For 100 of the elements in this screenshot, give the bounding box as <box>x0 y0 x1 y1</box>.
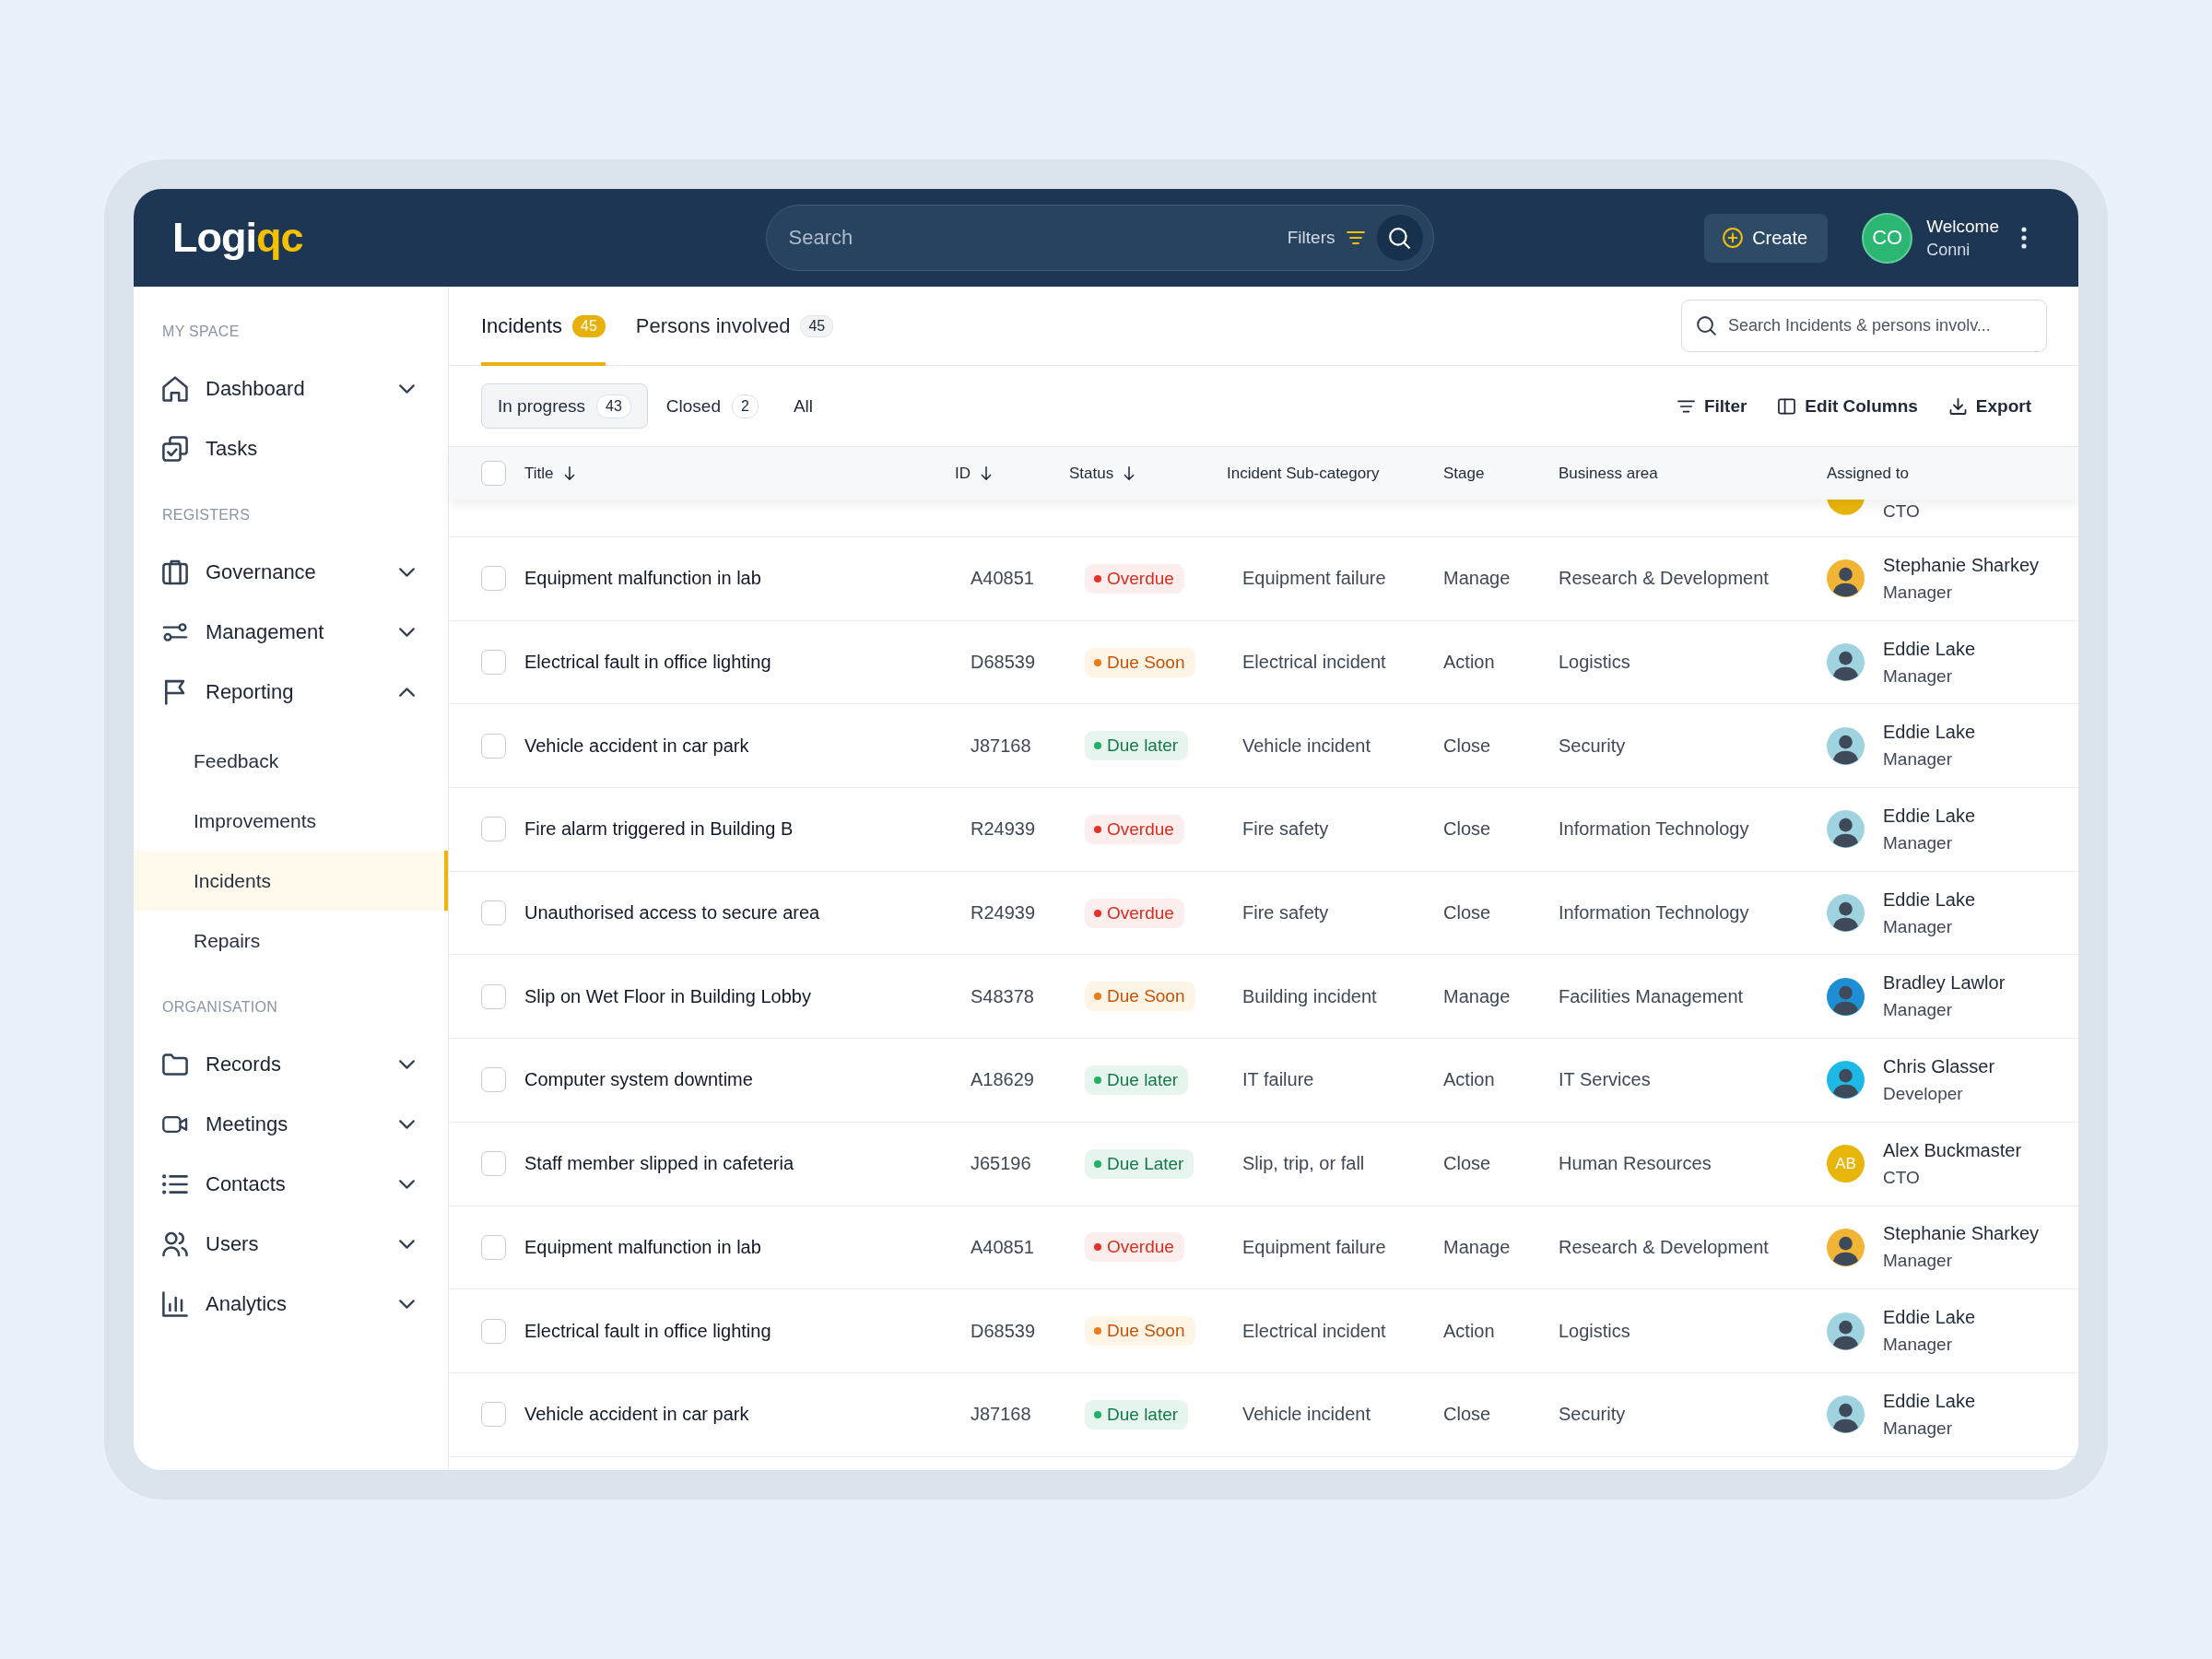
row-checkbox[interactable] <box>481 1234 506 1260</box>
status-dot-icon <box>1094 658 1101 666</box>
column-header[interactable]: Stage <box>1443 464 1485 483</box>
status-label: Due later <box>1107 1404 1179 1425</box>
column-header[interactable]: Title <box>524 464 575 483</box>
column-header[interactable]: Assigned to <box>1827 464 1909 483</box>
nav-sub-item[interactable]: Feedback <box>134 731 448 791</box>
more-options-icon[interactable] <box>2021 227 2027 249</box>
search-bar[interactable]: Search Filters <box>765 205 1434 271</box>
search-button[interactable] <box>1376 215 1423 261</box>
column-header[interactable]: Status <box>1069 464 1135 483</box>
incident-title: Equipment malfunction in lab <box>524 568 761 590</box>
sub-category: Fire safety <box>1242 818 1329 841</box>
row-checkbox[interactable] <box>481 733 506 759</box>
search-field[interactable]: Search Incidents & persons involv... <box>1681 300 2047 352</box>
column-header[interactable]: Incident Sub-category <box>1227 464 1380 483</box>
incident-title: Staff member slipped in cafeteria <box>524 1153 794 1175</box>
download-icon <box>1948 397 1967 415</box>
sub-category: Electrical incident <box>1242 1320 1386 1342</box>
initials-avatar: AB <box>1827 1145 1865 1183</box>
nav-item[interactable]: Analytics <box>134 1274 448 1334</box>
business-area: Research & Development <box>1559 1236 1769 1258</box>
export-button[interactable]: Export <box>1948 395 2031 417</box>
status-dot-icon <box>1094 825 1101 833</box>
assignee-role: Manager <box>1883 1250 1953 1273</box>
column-header[interactable]: ID <box>955 464 992 483</box>
assignee-name: Bradley Lawlor <box>1883 971 2006 995</box>
row-checkbox[interactable] <box>481 566 506 592</box>
create-button[interactable]: Create <box>1704 213 1829 263</box>
status-dot-icon <box>1094 1159 1101 1168</box>
status-label: Due later <box>1107 1069 1179 1090</box>
tab[interactable]: Incidents 45 <box>481 287 606 366</box>
row-checkbox[interactable] <box>481 983 506 1009</box>
count-badge: 43 <box>596 394 631 418</box>
business-area: Security <box>1559 1404 1626 1426</box>
stage: Manage <box>1443 985 1511 1007</box>
incident-title: Vehicle accident in car park <box>524 735 749 757</box>
folder-icon <box>162 1051 188 1077</box>
status-filter-tab[interactable]: Closed 2 <box>649 383 775 429</box>
stage: Action <box>1443 1069 1495 1091</box>
row-checkbox[interactable] <box>481 900 506 926</box>
status-filter-tab[interactable]: In progress 43 <box>481 383 648 429</box>
status-label: Due Later <box>1107 1153 1184 1174</box>
status-filter-tab[interactable]: All <box>776 383 830 429</box>
incident-title: Equipment malfunction in lab <box>524 1236 761 1258</box>
nav-sub-item[interactable]: Improvements <box>134 791 448 851</box>
stage: Action <box>1443 652 1495 674</box>
count-badge: 45 <box>800 315 834 337</box>
assignee-role: CTO <box>1883 500 1920 523</box>
assignee-role: Developer <box>1883 1082 1964 1105</box>
status-dot-icon <box>1094 1076 1101 1084</box>
assignee-role: CTO <box>1883 1166 1921 1189</box>
status-label: Overdue <box>1107 902 1174 924</box>
status-label: Due Soon <box>1107 652 1185 673</box>
nav-item[interactable]: Management <box>134 602 448 662</box>
business-area: Information Technology <box>1559 902 1749 924</box>
tab[interactable]: Persons involved 45 <box>635 287 834 366</box>
business-area: Human Resources <box>1559 1153 1712 1175</box>
nav-sub-item[interactable]: Incidents <box>134 851 448 911</box>
row-checkbox[interactable] <box>481 1402 506 1428</box>
nav-item[interactable]: Dashboard <box>134 359 448 418</box>
row-checkbox[interactable] <box>481 650 506 676</box>
row-checkbox[interactable] <box>481 1318 506 1344</box>
search-field[interactable]: Search <box>788 219 1288 256</box>
assignee-role: Manager <box>1883 1334 1953 1357</box>
stage: Manage <box>1443 1236 1511 1258</box>
business-area: Logistics <box>1559 652 1630 674</box>
incident-title: Vehicle accident in car park <box>524 1404 749 1426</box>
plus-circle-icon <box>1723 228 1744 248</box>
column-header[interactable]: Business area <box>1559 464 1658 483</box>
business-area: Facilities Management <box>1559 985 1744 1007</box>
search-icon <box>1389 227 1410 249</box>
filter-button[interactable]: Filter <box>1677 395 1747 417</box>
nav-item[interactable]: Records <box>134 1034 448 1094</box>
incident-title: Computer system downtime <box>524 1069 753 1091</box>
greeting-text: Welcome <box>1926 216 1999 237</box>
logo: Logiqc <box>172 215 303 261</box>
row-checkbox[interactable] <box>481 1151 506 1177</box>
nav-item[interactable]: Governance <box>134 542 448 602</box>
stage: Close <box>1443 1404 1491 1426</box>
select-all-checkbox[interactable] <box>481 461 506 486</box>
filters-button[interactable]: Filters <box>1287 228 1365 248</box>
edit-columns-button[interactable]: Edit Columns <box>1778 395 1918 417</box>
nav-item[interactable]: Tasks <box>134 418 448 478</box>
nav-item[interactable]: Users <box>134 1214 448 1274</box>
row-checkbox[interactable] <box>481 1067 506 1093</box>
sub-category: Equipment failure <box>1242 568 1386 590</box>
incident-title: Slip on Wet Floor in Building Lobby <box>524 985 811 1007</box>
incident-id: A18629 <box>971 1069 1034 1091</box>
nav-item[interactable]: Contacts <box>134 1154 448 1214</box>
nav-sub-item[interactable]: Repairs <box>134 911 448 971</box>
status-dot-icon <box>1094 993 1101 1001</box>
assignee-name: Stephanie Sharkey <box>1883 1222 2039 1246</box>
assignee-role: Manager <box>1883 665 1953 688</box>
sub-category: IT failure <box>1242 1069 1314 1091</box>
nav-item[interactable]: Reporting <box>134 662 448 722</box>
count-badge: 45 <box>572 315 606 337</box>
nav-item[interactable]: Meetings <box>134 1094 448 1154</box>
row-checkbox[interactable] <box>481 817 506 842</box>
incident-id: S48378 <box>971 985 1034 1007</box>
